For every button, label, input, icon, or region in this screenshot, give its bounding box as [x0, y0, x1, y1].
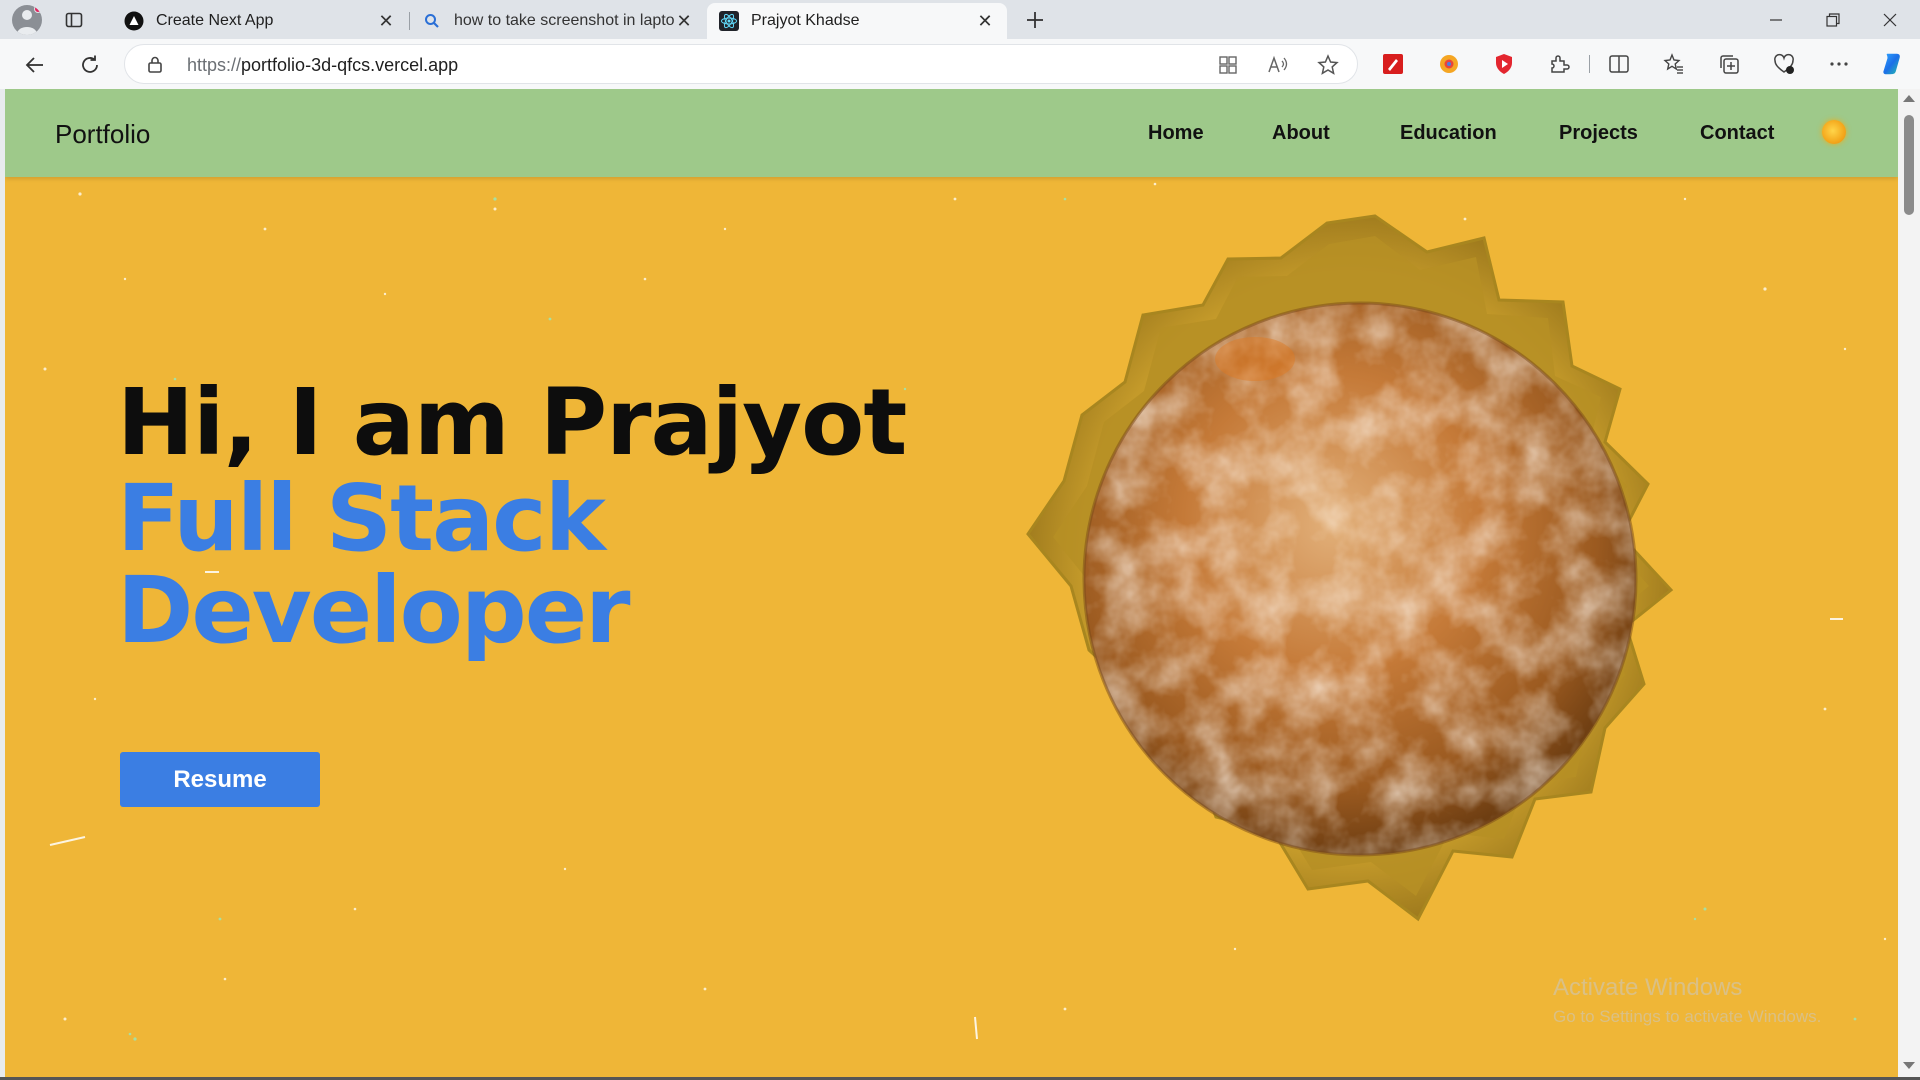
- favorite-star-icon[interactable]: [1317, 54, 1339, 76]
- minimize-icon[interactable]: [1748, 0, 1804, 39]
- sun-icon[interactable]: [1822, 120, 1846, 144]
- collections-icon[interactable]: [1716, 51, 1742, 77]
- extension-red-pen-icon[interactable]: [1380, 51, 1406, 77]
- nextjs-icon: [124, 11, 144, 31]
- browser-toolbar: https://portfolio-3d-qfcs.vercel.app: [0, 39, 1920, 89]
- tab-title: how to take screenshot in laptop: [454, 12, 674, 29]
- close-tab-icon[interactable]: ✕: [674, 11, 694, 31]
- page-viewport: Portfolio Home About Education Projects …: [5, 89, 1898, 1077]
- extensions-puzzle-icon[interactable]: [1546, 51, 1572, 77]
- react-icon: [719, 11, 739, 31]
- scroll-up-arrow-icon[interactable]: [1903, 95, 1915, 102]
- extension-color-icon[interactable]: [1436, 51, 1462, 77]
- extension-shield-icon[interactable]: [1491, 51, 1517, 77]
- lock-icon[interactable]: [147, 55, 163, 78]
- notification-dot: [34, 4, 42, 13]
- profile-avatar[interactable]: [12, 4, 42, 35]
- nav-link-contact[interactable]: Contact: [1700, 122, 1774, 145]
- search-icon: [422, 11, 442, 31]
- more-options-icon[interactable]: [1826, 51, 1852, 77]
- close-icon[interactable]: [1862, 0, 1918, 39]
- split-screen-icon[interactable]: [1606, 51, 1632, 77]
- resume-button[interactable]: Resume: [120, 752, 320, 807]
- nav-link-home[interactable]: Home: [1148, 122, 1204, 145]
- activate-windows-subtitle: Go to Settings to activate Windows.: [1553, 1007, 1822, 1026]
- url-text[interactable]: https://portfolio-3d-qfcs.vercel.app: [187, 55, 458, 76]
- reload-icon[interactable]: [73, 48, 107, 82]
- site-navbar: Portfolio Home About Education Projects …: [5, 89, 1898, 177]
- browser-essentials-icon[interactable]: [1771, 51, 1797, 77]
- back-icon[interactable]: [18, 48, 52, 82]
- app-available-icon[interactable]: [1217, 54, 1239, 76]
- toolbar-separator: [1589, 55, 1590, 73]
- tab-title: Create Next App: [156, 12, 274, 29]
- hero-role-line2: Developer: [117, 557, 630, 664]
- favorites-icon[interactable]: [1661, 51, 1687, 77]
- close-tab-icon[interactable]: ✕: [975, 11, 995, 31]
- tab-title: Prajyot Khadse: [751, 12, 860, 29]
- new-tab-button[interactable]: [1020, 5, 1050, 35]
- scroll-down-arrow-icon[interactable]: [1903, 1062, 1915, 1069]
- hero-role-line1: Full Stack: [117, 465, 606, 572]
- read-aloud-icon[interactable]: [1267, 54, 1289, 76]
- site-brand[interactable]: Portfolio: [55, 119, 150, 150]
- planet-3d-model[interactable]: [1015, 214, 1765, 954]
- copilot-icon[interactable]: [1880, 51, 1906, 77]
- page-scrollbar[interactable]: [1898, 89, 1920, 1077]
- tab-create-next-app[interactable]: Create Next App ✕: [112, 3, 408, 39]
- address-bar[interactable]: https://portfolio-3d-qfcs.vercel.app: [124, 44, 1358, 84]
- close-tab-icon[interactable]: ✕: [376, 11, 396, 31]
- nav-link-projects[interactable]: Projects: [1559, 122, 1638, 145]
- restore-icon[interactable]: [1805, 0, 1861, 39]
- nav-link-education[interactable]: Education: [1400, 122, 1497, 145]
- scroll-thumb[interactable]: [1904, 115, 1914, 215]
- tab-actions-icon[interactable]: [60, 6, 88, 34]
- tab-prajyot-khadse[interactable]: Prajyot Khadse ✕: [707, 3, 1007, 39]
- tab-screenshot-search[interactable]: how to take screenshot in laptop ✕: [410, 3, 706, 39]
- nav-link-about[interactable]: About: [1272, 122, 1330, 145]
- hero-greeting: Hi, I am Prajyot: [117, 369, 907, 476]
- activate-windows-title: Activate Windows: [1553, 974, 1743, 1001]
